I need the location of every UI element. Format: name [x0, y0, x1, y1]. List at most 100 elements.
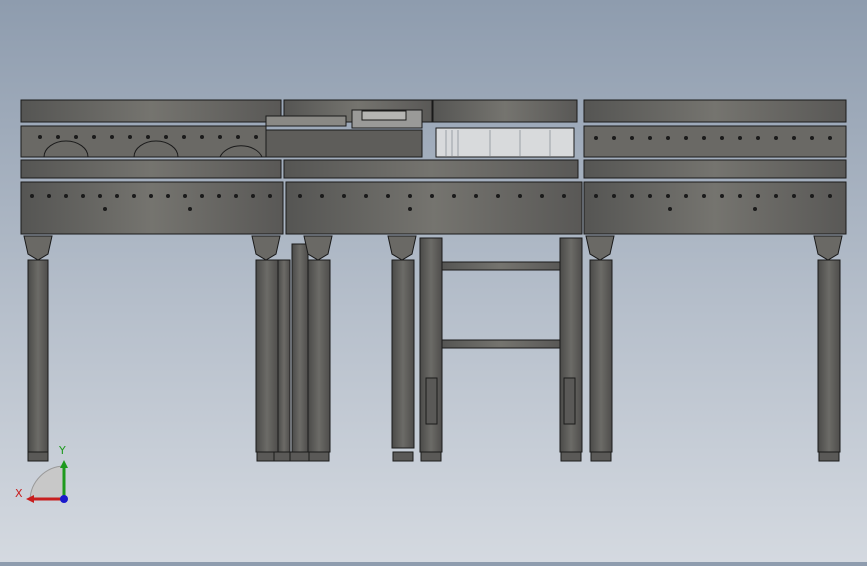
bolt-hole	[64, 194, 68, 198]
mid-block	[265, 129, 423, 158]
bolt-hole	[408, 194, 412, 198]
cylinder-assembly	[265, 115, 347, 127]
bolt-hole	[146, 135, 150, 139]
bolt-hole	[474, 194, 478, 198]
bolt-hole	[217, 194, 221, 198]
leg-10	[817, 259, 841, 453]
bolt-hole	[792, 194, 796, 198]
triad-y-label: Y	[59, 444, 66, 457]
bolt-hole	[594, 136, 598, 140]
triad-z-axis	[60, 495, 68, 503]
bolt-hole	[666, 194, 670, 198]
leg-1	[27, 259, 49, 453]
roller-panel-left	[20, 125, 267, 158]
leveling-foot	[420, 451, 442, 462]
leg-2	[255, 259, 279, 453]
leveling-foot	[392, 451, 414, 462]
bolt-hole	[74, 135, 78, 139]
conveyor-frame-model[interactable]	[0, 0, 867, 562]
bolt-hole	[562, 194, 566, 198]
bolt-hole	[496, 194, 500, 198]
mid-rail-left	[20, 159, 282, 179]
bolt-hole	[666, 136, 670, 140]
leg-bracket	[387, 235, 417, 261]
leg-bracket	[585, 235, 615, 261]
bolt-hole	[518, 194, 522, 198]
cross-brace-top	[441, 261, 561, 271]
bolt-hole	[630, 136, 634, 140]
bolt-hole	[182, 135, 186, 139]
main-beam-left	[20, 181, 284, 235]
bolt-hole	[738, 136, 742, 140]
bolt-hole	[251, 194, 255, 198]
bolt-hole	[753, 207, 757, 211]
bolt-hole	[183, 194, 187, 198]
bolt-hole	[92, 135, 96, 139]
bolt-hole	[298, 194, 302, 198]
leveling-foot	[818, 451, 840, 462]
bolt-hole	[30, 194, 34, 198]
leg-3	[277, 259, 291, 453]
bolt-hole	[115, 194, 119, 198]
bolt-hole	[164, 135, 168, 139]
slot-right	[563, 377, 576, 425]
bolt-hole	[756, 136, 760, 140]
triad-plane	[29, 465, 65, 501]
bolt-hole	[810, 194, 814, 198]
bolt-hole	[364, 194, 368, 198]
bolt-hole	[452, 194, 456, 198]
bolt-hole	[268, 194, 272, 198]
bolt-hole	[774, 194, 778, 198]
cylinder-cap	[361, 110, 407, 121]
bolt-hole	[702, 194, 706, 198]
main-beam-right	[583, 181, 847, 235]
bolt-hole	[132, 194, 136, 198]
bolt-hole	[149, 194, 153, 198]
top-rail-right	[583, 99, 847, 123]
slot-left	[425, 377, 438, 425]
light-screen	[435, 127, 575, 158]
bolt-hole	[702, 136, 706, 140]
bolt-hole	[430, 194, 434, 198]
bolt-hole	[128, 135, 132, 139]
bolt-hole	[810, 136, 814, 140]
leg-9	[589, 259, 613, 453]
bolt-hole	[166, 194, 170, 198]
top-rail-right-inner	[432, 99, 578, 123]
bolt-hole	[342, 194, 346, 198]
leg-bracket	[813, 235, 843, 261]
bolt-hole	[47, 194, 51, 198]
mid-rail-center	[283, 159, 579, 179]
top-rail-left	[20, 99, 282, 123]
bolt-hole	[236, 135, 240, 139]
bolt-hole	[828, 194, 832, 198]
leg-bracket	[251, 235, 281, 261]
cad-viewport[interactable]	[0, 0, 867, 562]
main-beam-center	[285, 181, 583, 235]
bolt-hole	[320, 194, 324, 198]
bolt-hole	[188, 207, 192, 211]
bolt-hole	[612, 136, 616, 140]
bolt-hole	[668, 207, 672, 211]
bolt-hole	[408, 207, 412, 211]
bolt-hole	[612, 194, 616, 198]
bolt-hole	[594, 194, 598, 198]
leg-6	[391, 259, 415, 449]
bolt-hole	[720, 194, 724, 198]
leg-bracket	[23, 235, 53, 261]
bolt-hole	[254, 135, 258, 139]
bolt-hole	[756, 194, 760, 198]
leveling-foot	[590, 451, 612, 462]
bolt-hole	[81, 194, 85, 198]
cross-brace-bottom	[441, 339, 561, 349]
bolt-hole	[738, 194, 742, 198]
bolt-hole	[200, 135, 204, 139]
bolt-hole	[56, 135, 60, 139]
bolt-hole	[648, 136, 652, 140]
bolt-hole	[218, 135, 222, 139]
bolt-hole	[540, 194, 544, 198]
bolt-hole	[38, 135, 42, 139]
leg-5	[307, 259, 331, 453]
bolt-hole	[720, 136, 724, 140]
bolt-hole	[648, 194, 652, 198]
